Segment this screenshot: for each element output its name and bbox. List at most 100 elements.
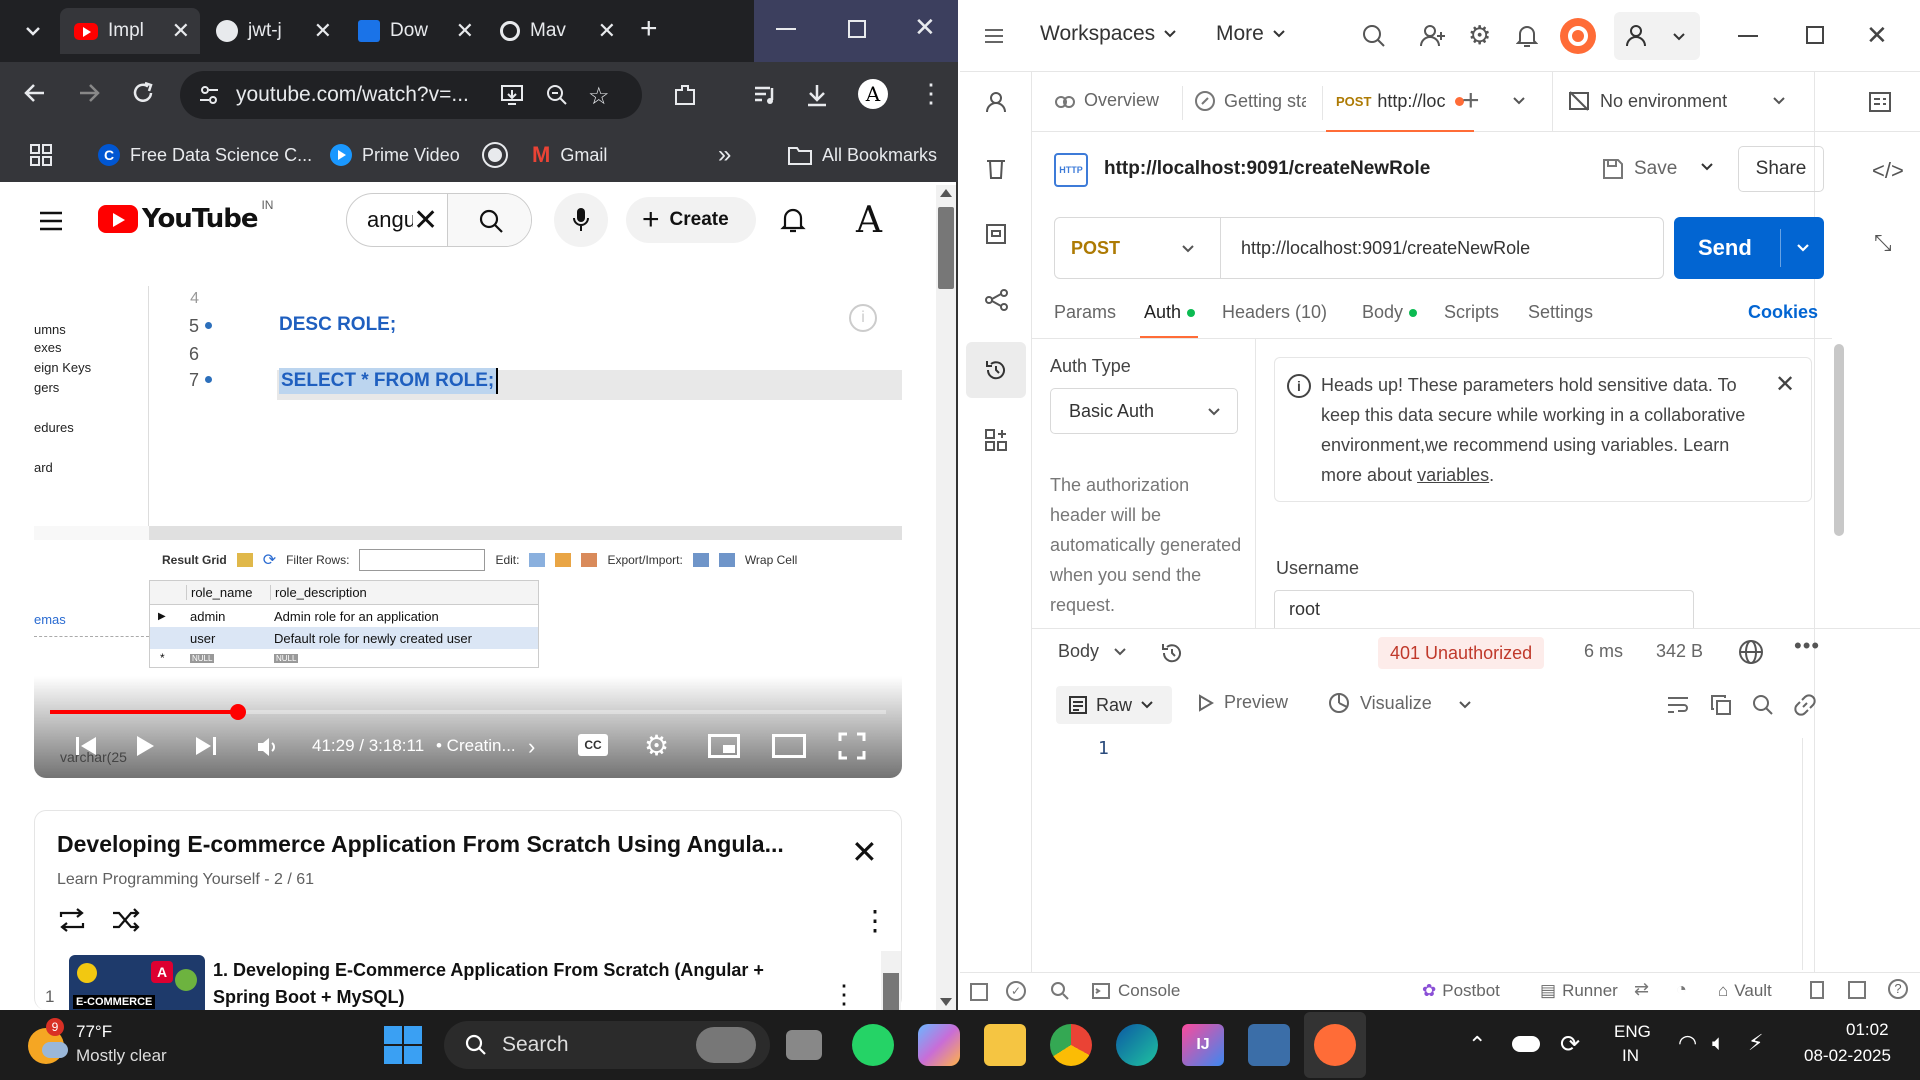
playlist-more-icon[interactable]: ⋮ [861,907,889,935]
taskbar-search[interactable]: Search [444,1021,770,1069]
response-format-select[interactable]: Raw [1056,686,1172,724]
url-input[interactable]: http://localhost:9091/createNewRole [1221,218,1663,278]
language-indicator[interactable]: ENG [1614,1022,1651,1042]
address-bar[interactable]: youtube.com/watch?v=... ☆ [180,71,642,119]
onedrive-cloud-icon[interactable] [1512,1036,1540,1052]
online-status-icon[interactable]: ✓ [1006,981,1026,1001]
shuffle-icon[interactable] [111,907,141,933]
history-nav-item[interactable] [966,342,1026,398]
info-icon[interactable]: i [849,304,877,332]
windows-start-icon[interactable] [384,1026,422,1064]
search-response-icon[interactable] [1752,694,1774,716]
chapter-chevron-icon[interactable]: › [528,734,535,760]
response-size[interactable]: 342 B [1656,641,1703,662]
variables-link[interactable]: variables [1417,465,1489,485]
username-input[interactable]: root [1274,590,1694,628]
vault-button[interactable]: ⌂ Vault [1718,981,1772,1001]
send-options-chevron-icon[interactable] [1796,243,1810,253]
youtube-search-input[interactable]: angu [347,207,413,233]
progress-bar[interactable] [50,704,886,720]
chapter-title[interactable]: • Creatin... [436,736,516,756]
tab-settings[interactable]: Settings [1528,302,1593,323]
sync-icon[interactable]: ⟳ [1560,1030,1580,1059]
search-icon[interactable] [1362,24,1386,48]
invite-user-icon[interactable] [1420,24,1446,48]
notifications-bell-icon[interactable] [780,206,806,234]
maximize-icon[interactable] [1806,26,1824,44]
progress-scrubber[interactable] [230,704,247,720]
wrap-lines-icon[interactable] [1666,694,1690,716]
wifi-icon[interactable]: ◠ [1678,1030,1697,1056]
bookmark-star-icon[interactable]: ☆ [588,82,610,111]
previous-icon[interactable] [74,734,98,758]
collapse-panel-icon[interactable]: ⤡ [1874,230,1892,256]
tab-getting-started[interactable]: Getting sta [1194,90,1306,112]
video-player[interactable]: umns exes eign Keys gers edures ard 4 5 … [34,286,902,778]
toggle-sidebar-icon[interactable] [970,983,988,1001]
close-window-icon[interactable]: ✕ [1866,20,1888,51]
chrome-tab-3[interactable]: Dow ✕ [344,8,484,54]
send-button[interactable]: Send [1674,217,1824,279]
tab-active-request[interactable]: POST http://loc [1326,72,1475,132]
weather-temperature[interactable]: 77°F [76,1022,112,1042]
close-tab-icon[interactable]: ✕ [456,18,474,44]
intellij-icon[interactable]: IJ [1182,1024,1224,1066]
postman-taskbar-button[interactable] [1304,1012,1366,1078]
new-tab-plus-icon[interactable]: + [640,14,658,44]
trash-icon[interactable] [984,156,1008,180]
tab-overview[interactable]: Overview [1054,90,1159,111]
visualize-button[interactable]: Visualize [1328,692,1432,714]
create-button[interactable]: + Create [626,197,756,243]
notifications-bell-icon[interactable] [1516,24,1538,48]
environment-selector[interactable]: No environment [1568,90,1727,112]
dismiss-warning-icon[interactable]: ✕ [1775,370,1795,399]
code-snippet-icon[interactable]: </> [1872,158,1904,184]
more-bookmarks-icon[interactable]: » [718,128,731,182]
clock-time[interactable]: 01:02 [1846,1020,1889,1040]
tab-auth[interactable]: Auth [1144,302,1196,323]
site-info-icon[interactable] [198,84,220,106]
tab-body[interactable]: Body [1362,302,1418,323]
tab-search-chevron-icon[interactable] [16,14,50,48]
youtube-avatar[interactable]: A [856,200,882,241]
trash-icon[interactable] [1810,981,1824,999]
copy-icon[interactable] [1710,694,1732,716]
whatsapp-icon[interactable] [852,1024,894,1066]
subtitles-icon[interactable]: CC [578,734,608,756]
cookies-icon[interactable]: ◔ [1676,979,1687,1000]
tab-scripts[interactable]: Scripts [1444,302,1499,323]
cookies-link[interactable]: Cookies [1748,302,1818,323]
task-view-icon[interactable] [786,1030,822,1060]
response-more-icon[interactable]: ••• [1794,633,1820,659]
search-button[interactable] [447,194,531,246]
auth-scrollbar[interactable] [1834,344,1844,536]
back-icon[interactable] [22,80,48,106]
close-playlist-icon[interactable]: ✕ [851,833,878,871]
tab-params[interactable]: Params [1054,302,1116,323]
share-button[interactable]: Share [1738,146,1824,192]
next-icon[interactable] [194,734,218,758]
tab-headers[interactable]: Headers (10) [1222,302,1327,323]
forward-icon[interactable] [76,80,102,106]
apps-grid-icon[interactable] [30,144,52,166]
visualize-chevron-icon[interactable] [1458,700,1472,710]
chrome-icon[interactable] [1050,1024,1092,1066]
collections-user-icon[interactable] [984,90,1008,114]
help-icon[interactable]: ? [1888,979,1908,999]
theater-mode-icon[interactable] [772,734,806,758]
save-button[interactable]: Save [1602,146,1677,192]
volume-icon[interactable] [256,736,280,758]
weather-description[interactable]: Mostly clear [76,1046,167,1066]
request-name[interactable]: http://localhost:9091/createNewRole [1104,158,1430,180]
maximize-icon[interactable] [848,20,866,38]
mysql-workbench-icon[interactable] [1248,1024,1290,1066]
chrome-tab-1[interactable]: Impl ✕ [60,8,200,54]
chrome-tab-4[interactable]: Mav ✕ [486,8,626,54]
proxy-icon[interactable]: ⇄ [1634,979,1649,1000]
install-app-icon[interactable] [500,84,524,106]
show-hidden-icons-chevron[interactable]: ⌃ [1468,1032,1486,1058]
flows-icon[interactable] [984,288,1010,312]
youtube-logo[interactable]: YouTube IN [98,198,273,234]
fullscreen-icon[interactable] [838,732,866,760]
downloads-icon[interactable] [804,82,830,108]
